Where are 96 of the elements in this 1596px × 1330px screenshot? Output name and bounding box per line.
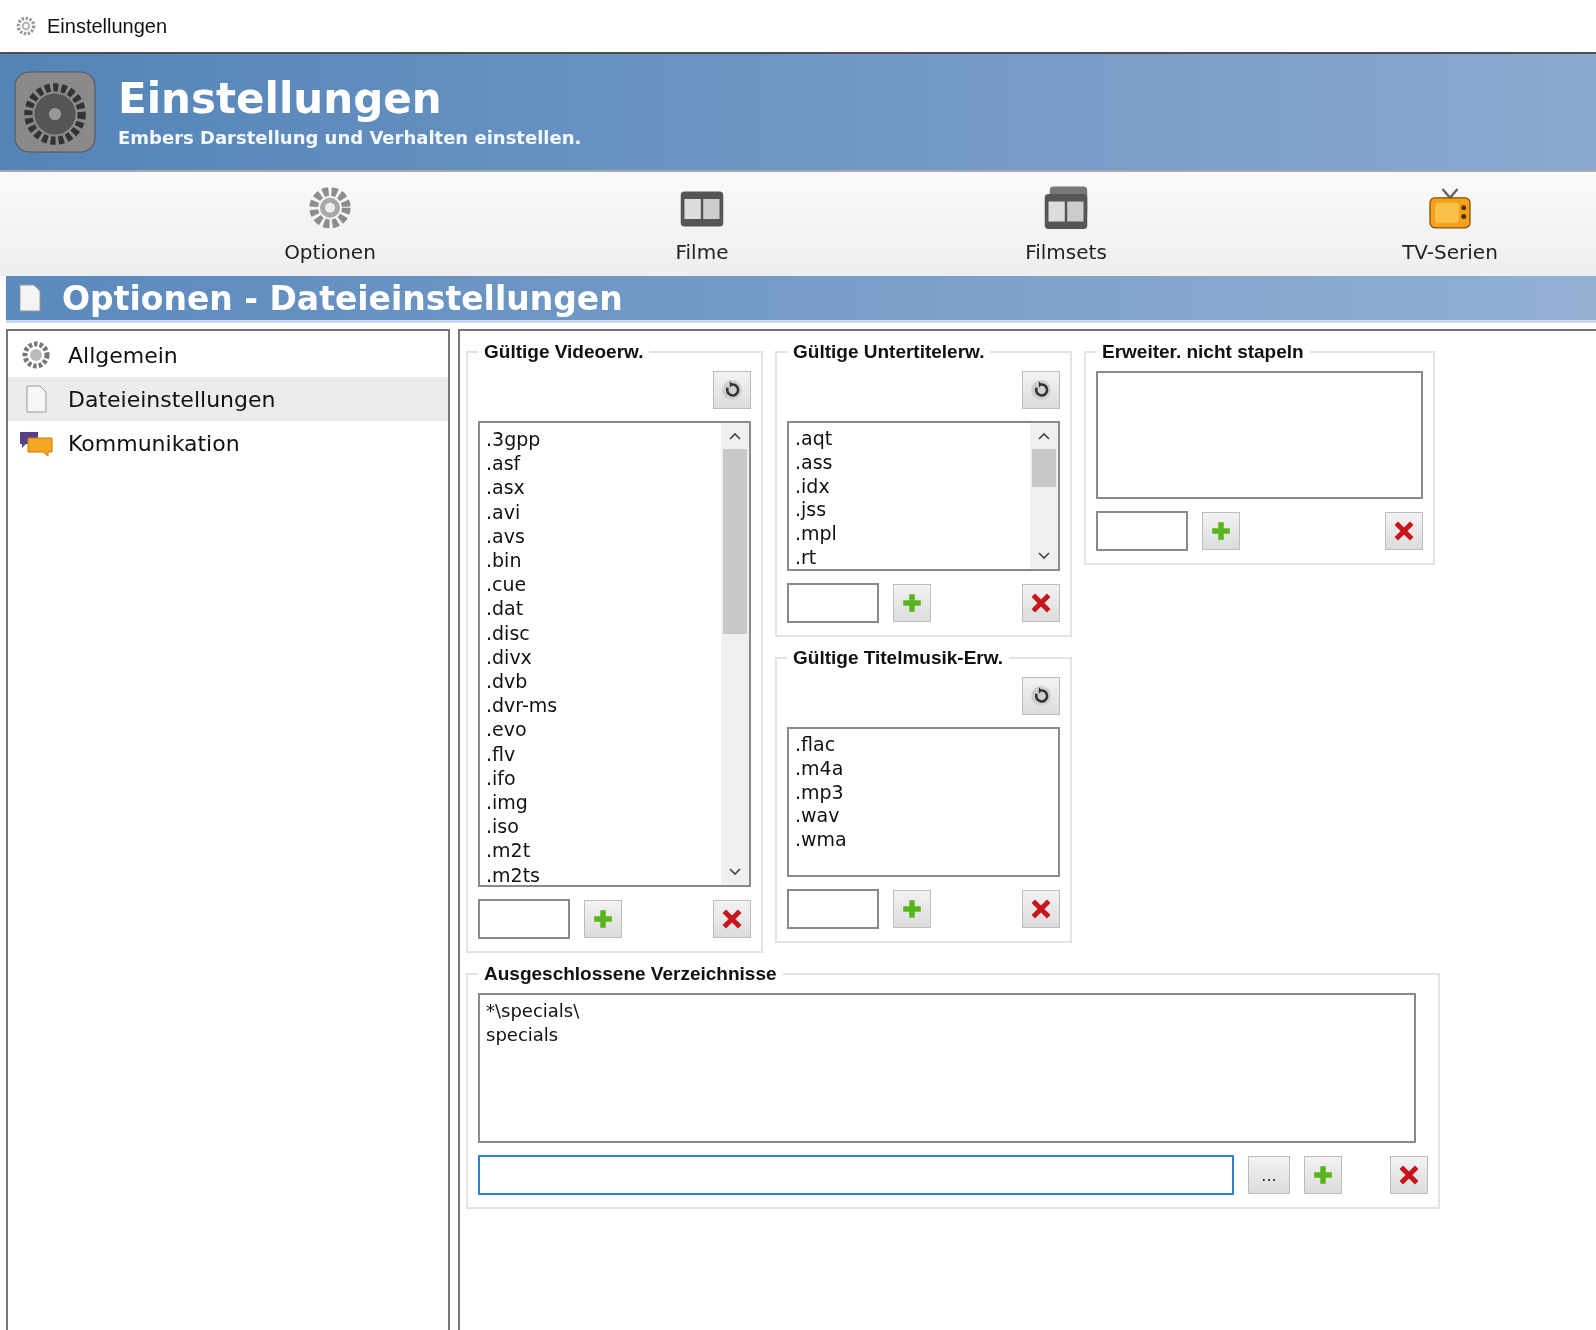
list-item[interactable]: .rt (795, 546, 1024, 570)
close-icon (1398, 1164, 1420, 1186)
list-item[interactable]: .asx (486, 475, 715, 500)
reset-icon (1030, 685, 1052, 707)
list-item[interactable]: .divx (486, 644, 715, 670)
add-button[interactable] (584, 900, 622, 938)
header-subtitle: Embers Darstellung und Verhalten einstellen. (118, 126, 582, 148)
list-item[interactable]: .wma (795, 828, 1052, 852)
scrollbar[interactable] (721, 423, 749, 885)
plus-icon (592, 908, 614, 930)
list-item[interactable]: .ifo (486, 765, 715, 791)
close-icon (721, 908, 743, 930)
extension-list[interactable]: .aqt .ass .idx .jss .mpl .rt (787, 421, 1060, 571)
gear-icon (14, 71, 96, 153)
gear-icon (15, 15, 37, 37)
extension-list[interactable] (1096, 371, 1423, 499)
list-item[interactable]: .avi (486, 499, 715, 524)
list-item[interactable]: .dvr-ms (486, 693, 715, 718)
scrollbar[interactable] (1030, 423, 1058, 569)
list-item[interactable]: .m4a (795, 756, 1052, 781)
reset-button[interactable] (1022, 677, 1060, 715)
document-icon (18, 283, 42, 313)
chevron-up-icon (728, 431, 742, 441)
list-item[interactable]: .flv (486, 741, 715, 766)
add-button[interactable] (893, 584, 931, 622)
list-item[interactable]: .disc (486, 620, 715, 645)
folder-list[interactable]: *\specials\ specials (478, 993, 1416, 1143)
toolbar-button[interactable]: TV-Serien (1350, 172, 1550, 276)
chevron-down-icon (1037, 551, 1051, 561)
group-title: Erweiter. nicht stapeln (1101, 341, 1305, 363)
chevron-up-icon (1037, 431, 1051, 441)
close-icon (1030, 592, 1052, 614)
reset-button[interactable] (1022, 371, 1060, 409)
scrollbar-thumb[interactable] (723, 449, 747, 634)
list-item[interactable]: .bin (486, 548, 715, 573)
sidebar-item[interactable]: Kommunikation (8, 421, 448, 465)
input-field[interactable] (787, 889, 879, 929)
toolbar-button[interactable]: Filme (602, 172, 802, 276)
reset-button[interactable] (713, 371, 751, 409)
sidebar-item[interactable]: Allgemein (8, 333, 448, 377)
remove-button[interactable] (1022, 584, 1060, 622)
toolbar-button[interactable]: Filmsets (966, 172, 1166, 276)
list-item[interactable]: .flac (795, 733, 1052, 757)
add-button[interactable] (1202, 512, 1240, 550)
list-item[interactable]: .asf (486, 451, 715, 476)
remove-button[interactable] (1390, 1156, 1428, 1194)
remove-button[interactable] (1022, 890, 1060, 928)
list-item[interactable]: .wav (795, 804, 1052, 829)
sidebar-item[interactable]: Dateieinstellungen (8, 377, 448, 421)
plus-icon (1210, 520, 1232, 542)
remove-button[interactable] (713, 900, 751, 938)
input-field[interactable] (787, 583, 879, 623)
chevron-down-icon (728, 867, 742, 877)
folder-input-field[interactable] (478, 1155, 1234, 1195)
scrollbar-thumb[interactable] (1032, 449, 1056, 487)
list-item[interactable]: *\specials\ (486, 999, 1408, 1023)
list-item[interactable]: .idx (795, 474, 1024, 499)
group-title: Gültige Titelmusik-Erw. (792, 647, 1005, 669)
list-item[interactable]: specials (486, 1022, 1408, 1047)
list-item[interactable]: .aqt (795, 427, 1024, 451)
close-icon (1393, 520, 1415, 542)
plus-icon (901, 592, 923, 614)
window-title: Einstellungen (47, 14, 168, 38)
toolbar-button[interactable]: Optionen (230, 172, 430, 276)
list-item[interactable]: .iso (486, 814, 715, 839)
list-item[interactable]: .evo (486, 717, 715, 742)
input-field[interactable] (1096, 511, 1188, 551)
reset-icon (1030, 379, 1052, 401)
plus-icon (1312, 1164, 1334, 1186)
input-field[interactable] (478, 899, 570, 939)
close-icon (1030, 898, 1052, 920)
list-item[interactable]: .ass (795, 450, 1024, 475)
group-title: Gültige Untertitelerw. (792, 341, 986, 363)
reset-icon (721, 379, 743, 401)
list-item[interactable]: .dat (486, 596, 715, 621)
list-item[interactable]: .mpl (795, 522, 1024, 546)
section-title: Optionen - Dateieinstellungen (62, 278, 623, 318)
list-item[interactable]: .avs (486, 523, 715, 548)
list-item[interactable]: .dvb (486, 669, 715, 694)
group-title: Gültige Videoerw. (483, 341, 645, 363)
browse-button[interactable]: ... (1248, 1156, 1290, 1194)
list-item[interactable]: .m2t (486, 838, 715, 863)
extension-list[interactable]: .3gpp .asf .asx .avi .avs .bin .cue .dat .disc .divx .dvb .dvr-ms .evo .flv .ifo .img .iso .m2t .m2ts (478, 421, 751, 887)
list-item[interactable]: .3gpp (486, 427, 715, 452)
list-item[interactable]: .cue (486, 572, 715, 597)
extension-list[interactable]: .flac .m4a .mp3 .wav .wma (787, 727, 1060, 877)
list-item[interactable]: .jss (795, 498, 1024, 523)
list-item[interactable]: .img (486, 790, 715, 815)
header-title: Einstellungen (118, 76, 443, 123)
remove-button[interactable] (1385, 512, 1423, 550)
list-item[interactable]: .m2ts (486, 862, 715, 887)
list-item[interactable]: .mp3 (795, 780, 1052, 805)
add-button[interactable] (893, 890, 931, 928)
plus-icon (901, 898, 923, 920)
group-title: Ausgeschlossene Verzeichnisse (483, 963, 778, 985)
add-button[interactable] (1304, 1156, 1342, 1194)
